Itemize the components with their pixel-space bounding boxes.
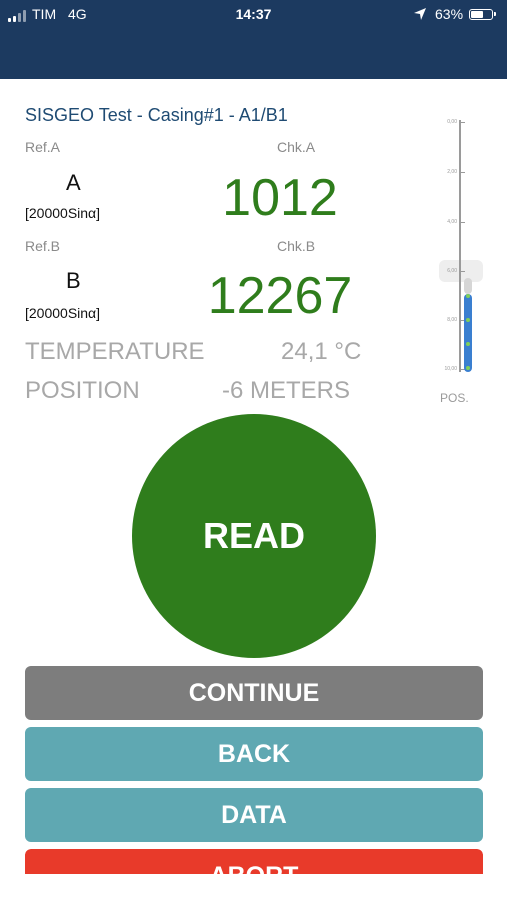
gauge-tick-label: 4,00 [447,219,457,225]
abort-button[interactable]: ABORT [25,849,483,874]
gauge-tick [459,172,465,173]
back-button[interactable]: BACK [25,727,483,781]
gauge-dot [466,294,470,298]
gauge-tick-label: 10,00 [444,366,457,372]
gauge-tick-label: 8,00 [447,317,457,323]
abort-button-container: ABORT [25,849,483,874]
status-bar: TIM 4G 14:37 63% [0,0,507,79]
position-value: -6 METERS [222,377,351,404]
ref-b-label: Ref.B [25,238,61,254]
gauge-dot [466,318,470,322]
gauge-dot [466,366,470,370]
position-gauge: 0,00 2,00 4,00 6,00 8,00 10,00 [437,118,487,380]
temperature-value: 24,1 °C [281,338,362,365]
location-arrow-icon [414,8,426,20]
gauge-tick [459,222,465,223]
ref-a-unit: [20000Sinα] [25,205,101,221]
gauge-tick-label: 6,00 [447,268,457,274]
gauge-bar [464,294,472,372]
gauge-tick [459,122,465,123]
chk-b-value: 12267 [207,267,353,325]
ref-b-letter: B [66,268,81,293]
gauge-cap [464,278,472,294]
gauge-tick-label: 0,00 [447,119,457,125]
chk-a-label: Chk.A [277,139,316,155]
chk-b-label: Chk.B [277,238,316,254]
page-title: SISGEO Test - Casing#1 - A1/B1 [25,105,288,125]
gauge-label: POS. [440,391,469,405]
temperature-label: TEMPERATURE [25,338,205,365]
gauge-tick-label: 2,00 [447,169,457,175]
chk-a-value: 1012 [222,169,338,227]
ref-a-label: Ref.A [25,139,61,155]
read-button[interactable]: READ [132,414,376,658]
battery-percent: 63% [435,6,464,22]
clock: 14:37 [235,6,272,22]
data-button[interactable]: DATA [25,788,483,842]
gauge-tick [459,271,465,272]
continue-button[interactable]: CONTINUE [25,666,483,720]
position-label: POSITION [25,377,140,404]
ref-a-letter: A [66,170,81,195]
battery-icon [469,9,496,20]
gauge-axis [459,120,461,372]
gauge-dot [466,342,470,346]
ref-b-unit: [20000Sinα] [25,305,101,321]
